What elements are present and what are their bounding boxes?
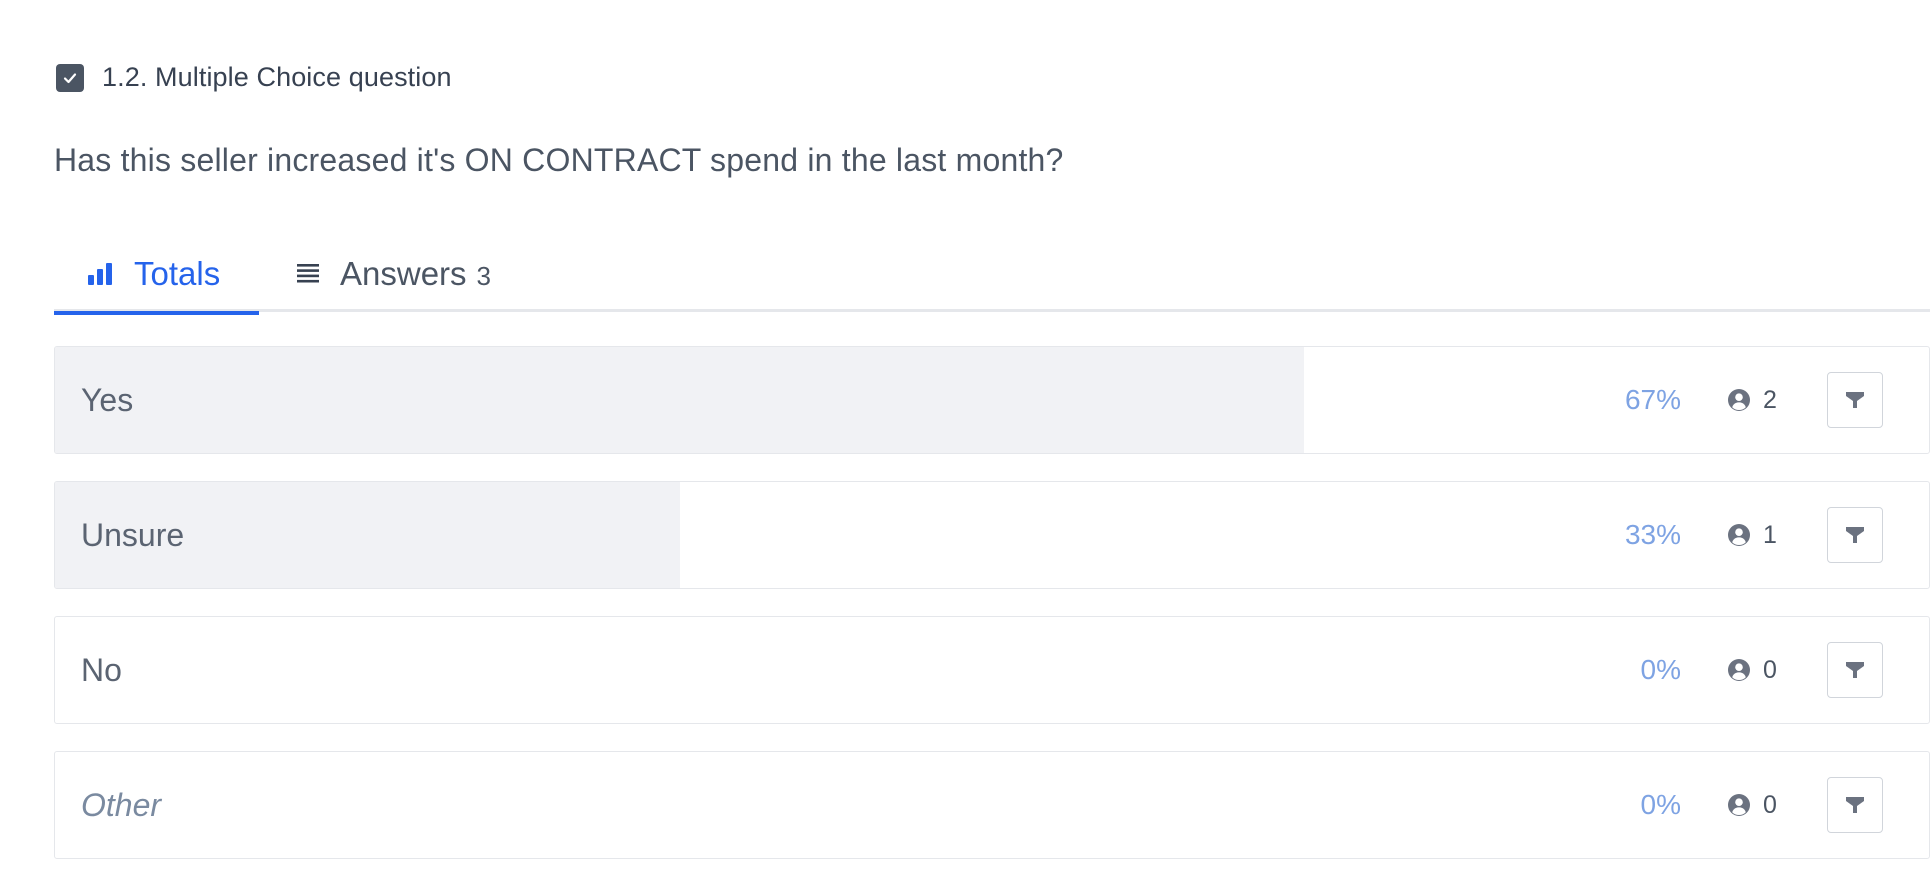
respondent-count: 1 bbox=[1727, 482, 1777, 588]
filter-icon bbox=[1846, 662, 1864, 678]
user-circle-icon bbox=[1728, 524, 1750, 546]
tab-answers[interactable]: Answers 3 bbox=[259, 236, 523, 312]
respondent-count-value: 2 bbox=[1763, 385, 1777, 414]
tab-answers-label: Answers bbox=[340, 255, 467, 292]
answer-option-row: Yes 67% 2 bbox=[54, 346, 1930, 454]
filter-button[interactable] bbox=[1827, 372, 1883, 428]
respondent-count: 2 bbox=[1727, 347, 1777, 453]
answer-option-label: Unsure bbox=[81, 517, 185, 553]
results-tabs: Totals Answers 3 bbox=[54, 236, 1930, 315]
question-checkbox[interactable] bbox=[56, 63, 84, 92]
user-circle-icon bbox=[1728, 389, 1750, 411]
question-title: 1.2. Multiple Choice question bbox=[102, 62, 452, 92]
tab-totals-label: Totals bbox=[134, 254, 221, 292]
answer-option-row: No 0% 0 bbox=[54, 616, 1930, 724]
answer-option-percent: 67% bbox=[1624, 384, 1681, 415]
answer-option-row: Unsure 33% 1 bbox=[54, 481, 1930, 589]
user-circle-icon bbox=[1728, 794, 1750, 816]
filter-button[interactable] bbox=[1827, 777, 1883, 833]
answer-option-label: Other bbox=[81, 787, 162, 823]
survey-results-page: 1.2. Multiple Choice question Has this s… bbox=[0, 0, 1930, 896]
respondent-count-value: 1 bbox=[1763, 520, 1777, 549]
answer-option-percent: 0% bbox=[1640, 654, 1681, 685]
tab-answers-count: 3 bbox=[476, 260, 492, 291]
filter-icon bbox=[1846, 527, 1864, 543]
list-icon bbox=[297, 264, 319, 283]
tab-totals[interactable]: Totals bbox=[54, 236, 259, 315]
respondent-count: 0 bbox=[1727, 752, 1777, 858]
answer-option-percent: 33% bbox=[1624, 519, 1681, 550]
answer-option-label: Yes bbox=[81, 382, 134, 418]
answer-option-bar bbox=[55, 347, 1305, 453]
respondent-count: 0 bbox=[1727, 617, 1777, 723]
question-text: Has this seller increased it's ON CONTRA… bbox=[54, 142, 1064, 178]
user-circle-icon bbox=[1728, 659, 1750, 681]
filter-icon bbox=[1846, 392, 1864, 408]
filter-icon bbox=[1846, 797, 1864, 813]
bar-chart-icon bbox=[88, 262, 112, 285]
filter-button[interactable] bbox=[1827, 642, 1883, 698]
checkmark-icon bbox=[63, 72, 77, 83]
answer-option-percent: 0% bbox=[1640, 789, 1681, 820]
question-header: 1.2. Multiple Choice question bbox=[56, 62, 452, 93]
answer-option-label: No bbox=[81, 652, 122, 688]
answer-options-list: Yes 67% 2 Unsure 33% 1 No 0% 0 Other 0% 0 bbox=[54, 346, 1930, 886]
respondent-count-value: 0 bbox=[1763, 655, 1777, 684]
filter-button[interactable] bbox=[1827, 507, 1883, 563]
respondent-count-value: 0 bbox=[1763, 790, 1777, 819]
answer-option-row: Other 0% 0 bbox=[54, 751, 1930, 859]
